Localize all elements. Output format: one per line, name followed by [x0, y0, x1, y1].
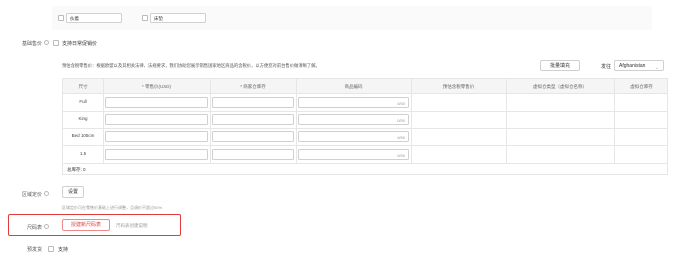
col-header-sku: 商品编码 — [344, 84, 363, 89]
promo-price-label: 支持日常促销价 — [62, 41, 98, 47]
country-select[interactable]: Afghanistan ⌄ — [614, 60, 664, 71]
help-icon[interactable] — [44, 224, 49, 229]
variant-panel: 伙着 床垫 — [52, 6, 652, 30]
sku-input[interactable]: 0/50 — [298, 131, 409, 142]
retail-price-label: 基础售价 — [21, 41, 42, 47]
sku-counter: 0/50 — [397, 153, 405, 158]
col-header-estimated: 预估含税零售价 — [442, 84, 475, 89]
col-header-size: 尺寸 — [78, 84, 88, 89]
variant-input-2[interactable]: 床垫 — [150, 13, 206, 23]
regional-price-hint: 区域定价可在零售价基础上进行调整，且调价不超过50% — [62, 205, 163, 210]
promo-price-checkbox[interactable] — [53, 40, 59, 46]
variant-checkbox-2[interactable] — [142, 15, 148, 21]
help-icon[interactable] — [44, 191, 49, 196]
stock-input[interactable] — [212, 97, 294, 108]
sku-input[interactable]: 0/50 — [298, 149, 409, 160]
presale-checkbox[interactable] — [48, 246, 54, 252]
chevron-down-icon: ⌄ — [654, 65, 659, 71]
total-stock: 总库存: 0 — [67, 167, 86, 172]
col-header-retail: * 零售价(USD) — [142, 84, 171, 89]
col-header-stock: * 商家仓库存 — [240, 84, 266, 89]
stock-input[interactable] — [212, 131, 294, 142]
retail-price-input[interactable] — [105, 97, 208, 108]
variant-checkbox-1[interactable] — [58, 15, 64, 21]
sku-counter: 0/50 — [397, 101, 405, 106]
help-icon[interactable] — [44, 40, 49, 45]
retail-price-input[interactable] — [105, 114, 208, 125]
presale-label: 预发货 — [26, 247, 42, 253]
sku-input[interactable]: 0/50 — [298, 114, 409, 125]
create-size-chart-button[interactable]: 授建新尺码表 — [62, 219, 110, 231]
sku-counter: 0/50 — [397, 135, 405, 140]
table-row-size: Bed 105cm — [71, 133, 95, 138]
ship-to-label: 发往 — [601, 64, 612, 70]
table-row-size: 1.5 — [79, 151, 87, 156]
bulk-fill-button[interactable]: 批量填充 — [540, 60, 580, 71]
size-chart-hint-link[interactable]: 尺码表创建说明 — [116, 223, 148, 229]
table-row-size: Full — [79, 99, 87, 104]
retail-price-input[interactable] — [105, 131, 208, 142]
col-header-virtual-type: 虚拟仓类型（虚拟仓名称） — [533, 84, 587, 89]
table-row-size: King — [78, 116, 88, 121]
col-header-virtual-stock: 虚拟仓库存 — [630, 84, 653, 89]
presale-checkbox-label: 支持 — [58, 247, 69, 253]
regional-price-label: 区域定价 — [21, 192, 42, 198]
size-chart-label: 尺码表 — [26, 225, 42, 231]
country-value: Afghanistan — [619, 63, 646, 69]
stock-input[interactable] — [212, 114, 294, 125]
sku-input[interactable]: 0/50 — [298, 97, 409, 108]
retail-price-note: 预估含税零售价：根据欧盟以及其相关法律、法规要求，我们协助您展示销售国家地区商品… — [62, 63, 320, 68]
stock-input[interactable] — [212, 149, 294, 160]
retail-price-input[interactable] — [105, 149, 208, 160]
price-table: 尺寸 * 零售价(USD) * 商家仓库存 商品编码 预估含税零售价 虚拟仓类型… — [62, 78, 668, 175]
variant-input-1[interactable]: 伙着 — [66, 13, 122, 23]
sku-counter: 0/50 — [397, 118, 405, 123]
regional-price-setting-button[interactable]: 设置 — [62, 186, 84, 198]
